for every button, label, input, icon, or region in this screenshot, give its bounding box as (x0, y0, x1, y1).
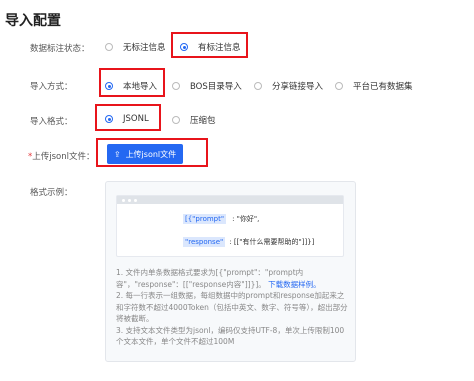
note-1: 1. 文件内单条数据格式要求为[{"prompt"："prompt内容"，"re… (116, 267, 348, 290)
example-browser-frame: [{"prompt" : "你好", "response" : [["有什么需要… (116, 195, 344, 257)
radio-circle-icon (105, 43, 113, 51)
prompt-value: : "你好", (232, 215, 260, 223)
radio-circle-icon (172, 82, 180, 90)
example-prompt-line: [{"prompt" : "你好", (183, 214, 259, 224)
radio-label: BOS目录导入 (190, 82, 242, 92)
highlight-box (95, 104, 161, 131)
radio-label: 平台已有数据集 (353, 82, 413, 92)
highlight-box (171, 32, 248, 58)
radio-no-annotation[interactable]: 无标注信息 (105, 41, 166, 53)
radio-bos-import[interactable]: BOS目录导入 (172, 80, 242, 92)
note-3: 3. 支持文本文件类型为jsonl，编码仅支持UTF-8，单次上传限制100个文… (116, 325, 345, 347)
radio-archive[interactable]: 压缩包 (172, 114, 216, 126)
response-key: "response" (183, 237, 226, 247)
radio-share-link-import[interactable]: 分享链接导入 (254, 80, 323, 92)
radio-label: 分享链接导入 (272, 82, 324, 92)
annotation-status-label: 数据标注状态： (30, 44, 90, 54)
download-sample-link[interactable]: 下载数据样例。 (268, 280, 321, 289)
highlight-box (96, 138, 208, 167)
radio-label: 无标注信息 (123, 43, 166, 53)
response-value: : [["有什么需要帮助的"]]}] (229, 238, 315, 246)
format-notes: 1. 文件内单条数据格式要求为[{"prompt"："prompt内容"，"re… (116, 267, 348, 348)
radio-circle-icon (335, 82, 343, 90)
radio-existing-dataset[interactable]: 平台已有数据集 (335, 80, 413, 92)
prompt-key: [{"prompt" (183, 214, 227, 224)
radio-circle-icon (172, 116, 180, 124)
upload-label-text: 上传jsonl文件： (32, 152, 95, 162)
radio-circle-icon (254, 82, 262, 90)
import-method-label: 导入方式： (30, 82, 73, 92)
radio-label: 压缩包 (190, 116, 216, 126)
format-example-panel: [{"prompt" : "你好", "response" : [["有什么需要… (105, 181, 356, 362)
example-response-line: "response" : [["有什么需要帮助的"]]}] (183, 237, 314, 247)
format-example-label: 格式示例： (30, 188, 73, 198)
note-2: 2. 每一行表示一组数据，每组数据中的prompt和response加起来之和字… (116, 291, 348, 323)
browser-titlebar (117, 196, 343, 204)
import-format-label: 导入格式： (30, 117, 73, 127)
page-title: 导入配置 (5, 13, 61, 29)
upload-label: *上传jsonl文件： (28, 150, 95, 162)
highlight-box (99, 68, 165, 97)
